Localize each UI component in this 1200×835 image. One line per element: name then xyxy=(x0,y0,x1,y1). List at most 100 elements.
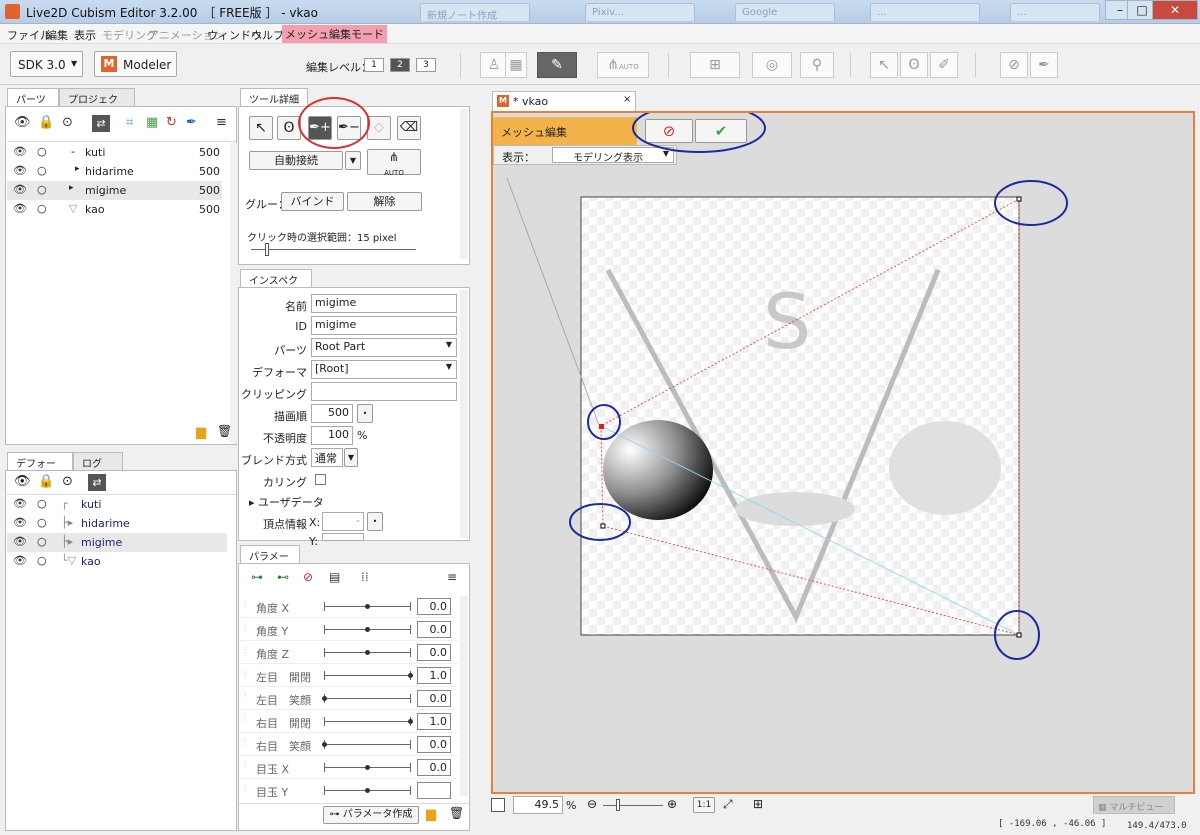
parameter-row[interactable]: ⫶ 角度 Y 0.0 xyxy=(240,618,458,641)
create-parameter-button[interactable]: ⊶ パラメータ作成 xyxy=(323,806,419,824)
slider-knob[interactable] xyxy=(365,604,370,609)
circle-icon[interactable]: ○ xyxy=(37,202,47,215)
eye-icon[interactable]: 👁 xyxy=(13,202,27,215)
eye-icon[interactable]: 👁 xyxy=(13,535,27,548)
chevron-down-icon[interactable]: ▼ xyxy=(344,448,358,467)
parameter-value[interactable]: 0.0 xyxy=(417,598,451,615)
list-item[interactable]: 👁 ○ └▽ kao xyxy=(7,552,227,571)
slider-knob[interactable] xyxy=(408,673,413,678)
edit-level-1[interactable]: 1 xyxy=(364,58,384,72)
eye-icon[interactable]: 👁 xyxy=(13,183,27,196)
vertex-x-dot-button[interactable]: • xyxy=(367,512,383,531)
parameter-row[interactable]: ⫶ 右目 開閉 1.0 xyxy=(240,710,458,733)
parameter-value[interactable] xyxy=(417,782,451,799)
parameter-row[interactable]: ⫶ 目玉 Y xyxy=(240,779,458,800)
vertex-y-field[interactable] xyxy=(322,533,364,541)
deformer-select[interactable]: [Root] ▼ xyxy=(311,360,457,379)
slider-thumb[interactable] xyxy=(616,799,620,811)
lock-icon[interactable]: 🔒 xyxy=(38,115,54,130)
list-item[interactable]: 👁 ○ ▽ kao 500 xyxy=(7,200,222,219)
scrollbar[interactable] xyxy=(460,109,468,259)
vertex-x-field[interactable]: - xyxy=(322,512,364,531)
parameter-slider[interactable] xyxy=(324,675,410,676)
mesh-edit-tool-icon[interactable]: ✎ xyxy=(537,52,577,78)
clipping-field[interactable] xyxy=(311,382,457,401)
parameter-slider[interactable] xyxy=(324,698,410,699)
bg-tab-2[interactable]: Pixiv... xyxy=(585,3,695,21)
lasso-tool-icon[interactable]: ʘ xyxy=(900,52,928,78)
tab-deformer[interactable]: デフォーマ xyxy=(7,452,73,485)
mesh-edit-mode-menu[interactable]: メッシュ編集モード xyxy=(282,25,387,43)
id-field[interactable]: migime xyxy=(311,316,457,335)
brush-tool-icon[interactable]: ✐ xyxy=(930,52,958,78)
blend-select[interactable]: 通常 xyxy=(311,448,343,467)
tab-inspector[interactable]: インスペクタ xyxy=(240,269,312,302)
parameter-value[interactable]: 1.0 xyxy=(417,713,451,730)
click-range-slider[interactable] xyxy=(251,249,416,250)
tab-project[interactable]: プロジェクト xyxy=(59,88,135,121)
slider-knob[interactable] xyxy=(365,627,370,632)
circle-icon[interactable]: ○ xyxy=(37,554,47,567)
rotate-icon[interactable]: ↻ xyxy=(166,115,177,130)
background-toggle[interactable] xyxy=(491,798,505,812)
tab-tool-detail[interactable]: ツール詳細 xyxy=(240,88,308,106)
slider-knob[interactable] xyxy=(365,788,370,793)
menu-edit[interactable]: 編集 xyxy=(46,27,68,43)
pen-tool-icon[interactable]: ✒ xyxy=(1030,52,1058,78)
slider-knob[interactable] xyxy=(365,650,370,655)
parameter-value[interactable]: 0.0 xyxy=(417,736,451,753)
menu-icon[interactable]: ≡ xyxy=(447,570,457,584)
grid-dots-icon[interactable]: ⁞⁞ xyxy=(361,570,369,584)
slider-knob[interactable] xyxy=(365,765,370,770)
parameter-value[interactable]: 0.0 xyxy=(417,644,451,661)
close-icon[interactable]: × xyxy=(623,94,631,105)
warp-deformer-icon[interactable]: ⊞ xyxy=(690,52,740,78)
eraser-tool-button[interactable]: ⌫ xyxy=(397,116,421,140)
draw-order-dot-button[interactable]: • xyxy=(357,404,373,423)
circle-icon[interactable]: ○ xyxy=(37,145,47,158)
release-button[interactable]: 解除 xyxy=(347,192,422,211)
list-item[interactable]: 👁 ○ ▸ hidarime 500 xyxy=(7,162,222,181)
pin-tool-icon[interactable]: ⊘ xyxy=(1000,52,1028,78)
parameter-value[interactable]: 0.0 xyxy=(417,690,451,707)
auto-connect-button[interactable]: ⋔ AUTO xyxy=(367,149,421,177)
circle-icon[interactable]: ○ xyxy=(37,516,47,529)
eye-icon[interactable]: 👁 xyxy=(14,115,31,130)
swap-icon[interactable]: ⇄ xyxy=(92,115,110,132)
culling-checkbox[interactable] xyxy=(315,474,326,485)
parameter-row[interactable]: ⫶ 左目 笑顔 0.0 xyxy=(240,687,458,710)
mesh-vertex[interactable] xyxy=(600,523,606,529)
menu-icon[interactable]: ≡ xyxy=(216,115,227,130)
next-icon[interactable]: ⊙ xyxy=(62,474,73,489)
folder-icon[interactable]: ▆ xyxy=(196,425,206,440)
parameter-row[interactable]: ⫶ 目玉 X 0.0 xyxy=(240,756,458,779)
auto-connect-select[interactable]: 自動接続 xyxy=(249,151,343,170)
folder-icon[interactable]: ▆ xyxy=(426,807,436,822)
fit-icon[interactable]: ⤢ xyxy=(723,797,733,812)
edit-level-2[interactable]: 2 xyxy=(390,58,410,72)
slider-knob[interactable] xyxy=(408,719,413,724)
edge-tool-button[interactable]: ◇ xyxy=(367,116,391,140)
zoom-out-icon[interactable]: ⊖ xyxy=(587,797,597,811)
parameter-slider[interactable] xyxy=(324,721,410,722)
trash-icon[interactable]: 🗑 xyxy=(217,424,232,438)
menu-file[interactable]: ファイル xyxy=(7,27,51,43)
list-item[interactable]: 👁 ○ ├▸ hidarime xyxy=(7,514,227,533)
list-item-selected[interactable]: 👁 ○ ├▸ migime xyxy=(7,533,227,552)
texture-canvas[interactable] xyxy=(580,196,1020,636)
circle-icon[interactable]: ○ xyxy=(37,535,47,548)
opacity-field[interactable]: 100 xyxy=(311,426,353,445)
draw-order-field[interactable]: 500 xyxy=(311,404,353,423)
mesh-vertex[interactable] xyxy=(1016,632,1022,638)
remove-key-icon[interactable]: ⊘ xyxy=(303,570,313,584)
bind-button[interactable]: バインド xyxy=(281,192,344,211)
auto-mesh-icon[interactable]: ⋔AUTO xyxy=(597,52,649,78)
scrollbar[interactable] xyxy=(230,143,237,443)
texture-icon[interactable]: ▦ xyxy=(505,52,527,78)
tab-log[interactable]: ログ xyxy=(73,452,123,470)
eye-icon[interactable]: 👁 xyxy=(13,497,27,510)
arrow-tool-icon[interactable]: ↖ xyxy=(870,52,898,78)
menu-view[interactable]: 表示 xyxy=(74,27,96,43)
bg-tab-4[interactable]: ... xyxy=(870,3,980,21)
part-select[interactable]: Root Part ▼ xyxy=(311,338,457,357)
